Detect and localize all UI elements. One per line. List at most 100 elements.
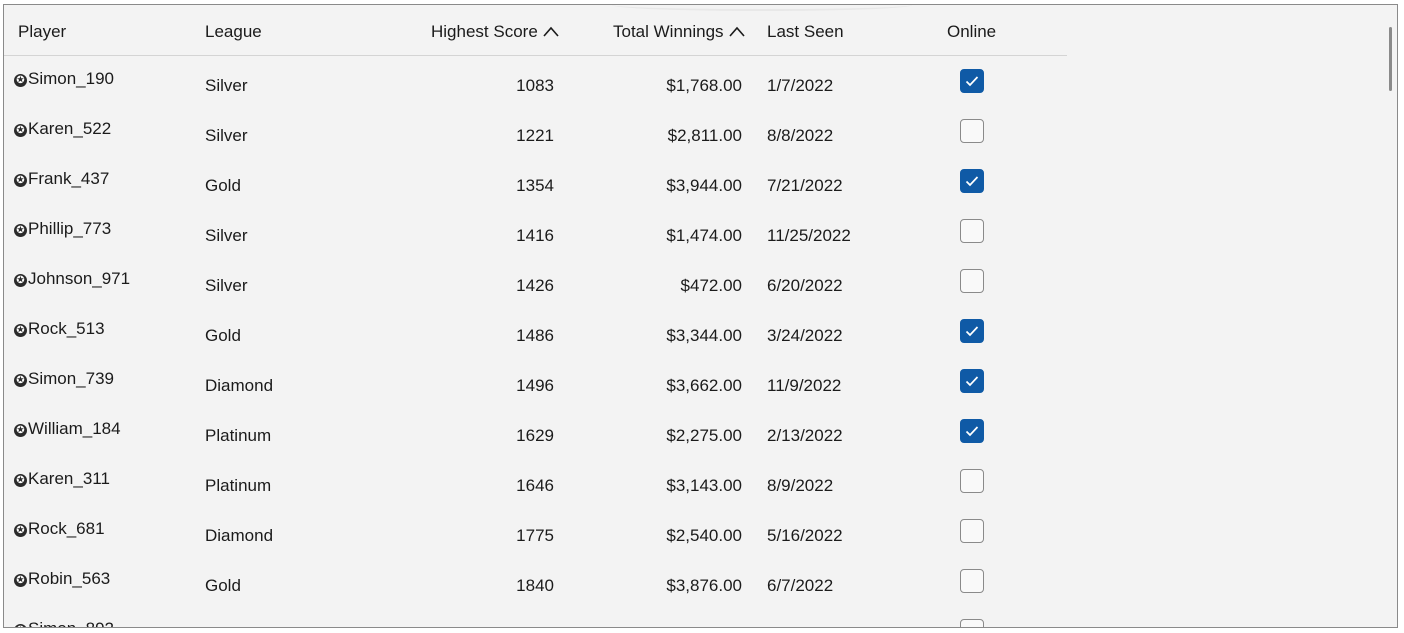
total-winnings-cell: $3,143.00 (666, 476, 742, 495)
table-row[interactable]: ✪ William_184 Platinum 1629 $2,275.00 2/1… (4, 406, 1067, 456)
online-checkbox[interactable] (960, 369, 984, 393)
player-cell: ✪ Rock_513 (14, 319, 105, 339)
player-star-icon: ✪ (14, 324, 27, 337)
player-star-icon: ✪ (14, 274, 27, 287)
online-cell (960, 319, 984, 343)
online-cell (960, 169, 984, 193)
table-row[interactable]: ✪ Rock_681 Diamond 1775 $2,540.00 5/16/20… (4, 506, 1067, 556)
player-star-icon: ✪ (14, 574, 27, 587)
column-header-online-label: Online (947, 22, 997, 41)
column-header-last-seen[interactable]: Last Seen (767, 22, 844, 42)
highest-score-cell: 1416 (516, 226, 554, 245)
table-row[interactable]: ✪Simon_892 Diamond 1930 $3,024.00 9/22/2… (4, 606, 1067, 627)
vertical-scrollbar[interactable] (1389, 25, 1393, 625)
highest-score-cell: 1775 (516, 526, 554, 545)
online-checkbox[interactable] (960, 419, 984, 443)
online-checkbox[interactable] (960, 519, 984, 543)
online-cell (960, 369, 984, 393)
column-header-total-winnings[interactable]: Total Winnings (613, 22, 746, 42)
online-checkbox[interactable] (960, 269, 984, 293)
total-winnings-cell: $3,344.00 (666, 326, 742, 345)
online-checkbox[interactable] (960, 469, 984, 493)
highest-score-cell: 1646 (516, 476, 554, 495)
last-seen-cell: 11/9/2022 (767, 376, 842, 395)
online-checkbox[interactable] (960, 219, 984, 243)
table-row[interactable]: ✪ Karen_522 Silver 1221 $2,811.00 8/8/202… (4, 106, 1067, 156)
league-cell: Silver (205, 126, 248, 145)
highest-score-cell: 1496 (516, 376, 554, 395)
online-checkbox[interactable] (960, 619, 984, 627)
league-cell: Gold (205, 576, 241, 595)
player-name: Johnson_971 (28, 269, 131, 288)
player-star-icon: ✪ (14, 524, 27, 537)
total-winnings-cell: $1,768.00 (666, 76, 742, 95)
highest-score-cell: 1083 (516, 76, 554, 95)
column-header-highest-score[interactable]: Highest Score (431, 22, 560, 42)
player-name: Karen_522 (28, 119, 112, 138)
player-name: Simon_190 (28, 69, 115, 88)
player-name: Robin_563 (28, 569, 111, 588)
total-winnings-cell: $3,662.00 (666, 376, 742, 395)
player-star-icon: ✪ (14, 374, 27, 387)
player-cell: ✪Simon_892 (14, 619, 114, 627)
player-star-icon: ✪ (14, 74, 27, 87)
column-header-online[interactable]: Online (947, 22, 996, 42)
last-seen-cell: 3/24/2022 (767, 326, 843, 345)
table-row[interactable]: ✪ Karen_311 Platinum 1646 $3,143.00 8/9/2… (4, 456, 1067, 506)
total-winnings-cell: $2,540.00 (666, 526, 742, 545)
total-winnings-cell: $2,811.00 (667, 126, 742, 145)
column-header-player[interactable]: Player (18, 22, 66, 42)
player-cell: ✪ Frank_437 (14, 169, 109, 189)
player-cell: ✪ Karen_311 (14, 469, 110, 489)
highest-score-cell: 1629 (516, 426, 554, 445)
highest-score-cell: 1221 (516, 126, 554, 145)
online-checkbox[interactable] (960, 119, 984, 143)
table-row[interactable]: ✪ Simon_190 Silver 1083 $1,768.00 1/7/202… (4, 56, 1067, 106)
online-checkbox[interactable] (960, 569, 984, 593)
online-checkbox[interactable] (960, 319, 984, 343)
online-cell (960, 619, 984, 627)
league-cell: Diamond (205, 376, 274, 395)
table-row[interactable]: ✪ Rock_513 Gold 1486 $3,344.00 3/24/2022 (4, 306, 1067, 356)
column-header-player-label: Player (18, 22, 67, 41)
last-seen-cell: 7/21/2022 (767, 176, 843, 195)
online-checkbox[interactable] (960, 169, 984, 193)
column-header-league[interactable]: League (205, 22, 262, 42)
table-row[interactable]: ✪ Frank_437 Gold 1354 $3,944.00 7/21/2022 (4, 156, 1067, 206)
online-cell (960, 519, 984, 543)
last-seen-cell: 8/8/2022 (767, 126, 834, 145)
highest-score-cell: 1354 (516, 176, 554, 195)
table-row[interactable]: ✪ Simon_739 Diamond 1496 $3,662.00 11/9/2… (4, 356, 1067, 406)
player-star-icon: ✪ (14, 424, 27, 437)
league-cell: Silver (205, 226, 248, 245)
player-name: Frank_437 (28, 169, 110, 188)
player-data-grid: Player League Highest Score Total Winnin… (3, 4, 1398, 628)
league-cell: Diamond (205, 526, 274, 545)
player-cell: ✪ Simon_190 (14, 69, 114, 89)
player-star-icon: ✪ (14, 474, 27, 487)
last-seen-cell: 6/7/2022 (767, 576, 834, 595)
column-header-total-winnings-label: Total Winnings (613, 22, 724, 41)
player-name: Phillip_773 (28, 219, 112, 238)
player-cell: ✪ Johnson_971 (14, 269, 130, 289)
last-seen-cell: 5/16/2022 (767, 526, 843, 545)
table-row[interactable]: ✪ Robin_563 Gold 1840 $3,876.00 6/7/2022 (4, 556, 1067, 606)
player-name: Simon_892 (28, 619, 114, 627)
checkmark-icon (965, 376, 979, 387)
total-winnings-cell: $3,876.00 (666, 576, 742, 595)
last-seen-cell: 9/22/2022 (767, 626, 843, 627)
league-cell: Gold (205, 326, 241, 345)
player-name: Simon_739 (28, 369, 115, 388)
chevron-up-icon (543, 26, 559, 37)
table-row[interactable]: ✪ Johnson_971 Silver 1426 $472.00 6/20/20… (4, 256, 1067, 306)
last-seen-cell: 1/7/2022 (767, 76, 834, 95)
player-cell: ✪ Karen_522 (14, 119, 111, 139)
player-cell: ✪ Robin_563 (14, 569, 110, 589)
scrollbar-thumb[interactable] (1389, 27, 1392, 91)
table-row[interactable]: ✪ Phillip_773 Silver 1416 $1,474.00 11/25… (4, 206, 1067, 256)
checkmark-icon (965, 176, 979, 187)
chevron-up-icon (728, 26, 745, 37)
online-checkbox[interactable] (960, 69, 984, 93)
highest-score-cell: 1930 (404, 626, 554, 627)
player-star-icon: ✪ (14, 174, 27, 187)
